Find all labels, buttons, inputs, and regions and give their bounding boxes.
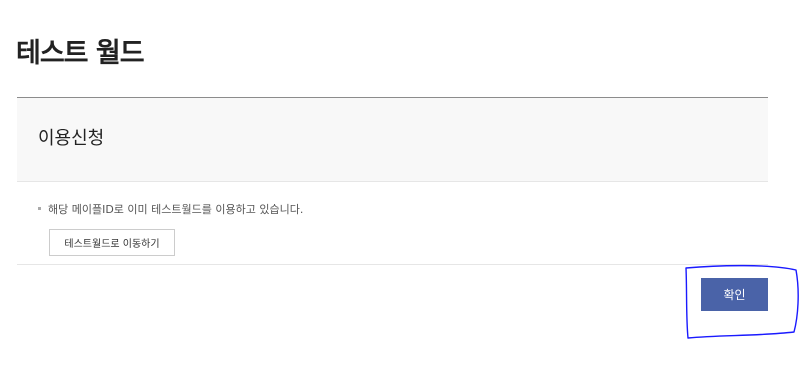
notice-message: 해당 메이플ID로 이미 테스트월드를 이용하고 있습니다.	[38, 202, 303, 218]
bullet-icon	[38, 206, 41, 210]
go-to-test-world-button[interactable]: 테스트월드로 이동하기	[49, 229, 175, 256]
confirm-button[interactable]: 확인	[701, 278, 768, 311]
panel-title: 이용신청	[38, 128, 105, 149]
application-panel: 이용신청 해당 메이플ID로 이미 테스트월드를 이용하고 있습니다. 테스트월…	[17, 97, 768, 265]
panel-body: 해당 메이플ID로 이미 테스트월드를 이용하고 있습니다. 테스트월드로 이동…	[17, 182, 768, 265]
panel-header: 이용신청	[17, 98, 768, 182]
notice-text: 해당 메이플ID로 이미 테스트월드를 이용하고 있습니다.	[48, 203, 304, 216]
page-title: 테스트 월드	[16, 38, 145, 69]
